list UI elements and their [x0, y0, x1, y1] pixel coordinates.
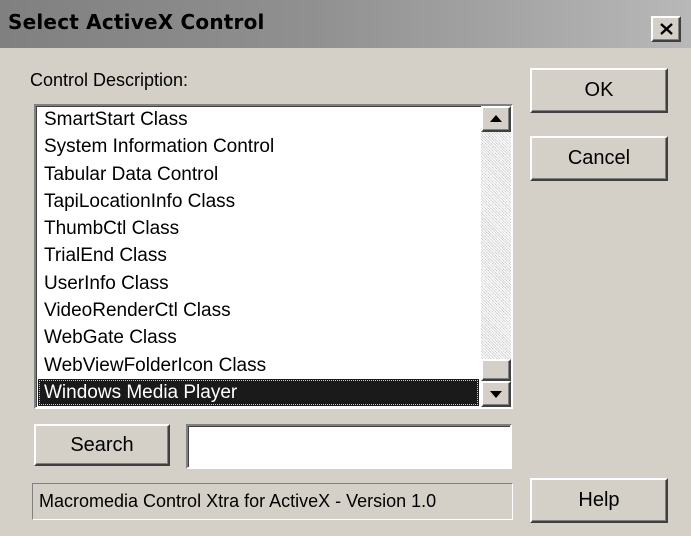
ok-button[interactable]: OK: [530, 68, 668, 113]
help-button[interactable]: Help: [530, 478, 668, 523]
control-list[interactable]: SmartStart Class System Information Contr…: [38, 106, 479, 407]
list-item[interactable]: Tabular Data Control: [38, 161, 479, 188]
scroll-down-button[interactable]: [481, 381, 511, 407]
close-button[interactable]: [651, 16, 681, 42]
list-item[interactable]: ThumbCtl Class: [38, 215, 479, 242]
scroll-thumb[interactable]: [481, 359, 511, 381]
list-item[interactable]: SmartStart Class: [38, 106, 479, 133]
close-icon: [660, 23, 673, 35]
search-input[interactable]: [186, 424, 512, 469]
control-listbox[interactable]: SmartStart Class System Information Contr…: [34, 104, 513, 409]
list-item[interactable]: TrialEnd Class: [38, 242, 479, 269]
window-title: Select ActiveX Control: [8, 10, 265, 34]
search-button[interactable]: Search: [34, 424, 170, 466]
list-item[interactable]: WebGate Class: [38, 324, 479, 351]
control-description-label: Control Description:: [30, 70, 189, 90]
vertical-scrollbar[interactable]: [481, 106, 511, 407]
scroll-up-button[interactable]: [481, 106, 511, 132]
list-item[interactable]: VideoRenderCtl Class: [38, 297, 479, 324]
list-item[interactable]: UserInfo Class: [38, 270, 479, 297]
list-item[interactable]: TapiLocationInfo Class: [38, 188, 479, 215]
title-bar[interactable]: Select ActiveX Control: [0, 0, 691, 48]
arrow-down-icon: [490, 391, 502, 398]
version-status-text: Macromedia Control Xtra for ActiveX - Ve…: [32, 483, 513, 520]
arrow-up-icon: [490, 115, 502, 122]
select-activex-dialog: Select ActiveX Control Control Descripti…: [0, 0, 691, 536]
list-item[interactable]: WebViewFolderIcon Class: [38, 352, 479, 379]
list-item[interactable]: System Information Control: [38, 133, 479, 160]
cancel-button[interactable]: Cancel: [530, 136, 668, 181]
list-item[interactable]: Windows Media Player: [38, 378, 479, 407]
